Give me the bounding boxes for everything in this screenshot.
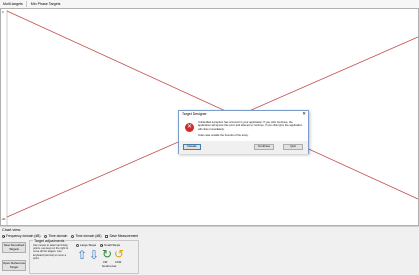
- target-curve-a: [6, 10, 419, 200]
- radio-time-domain-db-label: Time domain (dB): [75, 234, 102, 238]
- radio-frequency-domain-dot[interactable]: [2, 234, 5, 238]
- move-up-arrow-icon[interactable]: ⇧: [77, 249, 87, 261]
- dialog-message: Unhandled exception has occurred in your…: [198, 121, 303, 131]
- quit-button[interactable]: Quit: [283, 144, 303, 150]
- radio-time-domain-db[interactable]: Time domain (dB): [71, 234, 101, 238]
- open-reference-target-button[interactable]: Open Reference Target: [2, 260, 26, 271]
- y-tick-bottom: -40: [1, 217, 6, 221]
- new-smoothed-targets-button[interactable]: New Smoothed Targets: [2, 242, 26, 253]
- rotate-ccw-icon[interactable]: ↺: [114, 248, 124, 260]
- large-steps-radio[interactable]: [76, 243, 79, 247]
- menu-bar: Multi-targets Min Phase Targets: [0, 0, 419, 8]
- control-panel: Chart view: Frequency domain (dB) Time d…: [0, 226, 419, 275]
- target-adjustments-title: Target adjustments: [33, 238, 66, 243]
- dialog-detail: Index was outside the bounds of the arra…: [198, 134, 249, 137]
- radio-time-domain-label: Time domain: [48, 234, 68, 238]
- menu-separator: [25, 1, 27, 7]
- save-measurement-checkbox[interactable]: Save Measurement: [105, 234, 138, 238]
- dialog-title: Target Designer: [182, 112, 207, 116]
- save-measurement-label: Save Measurement: [109, 234, 139, 238]
- radio-time-domain[interactable]: Time domain: [44, 234, 67, 238]
- error-dialog: Target Designer ✕ ✕ Unhandled exception …: [178, 110, 309, 154]
- continue-button[interactable]: Continue: [254, 144, 274, 150]
- menu-min-phase-targets[interactable]: Min Phase Targets: [28, 2, 63, 6]
- large-steps-option[interactable]: Large Steps: [76, 243, 96, 247]
- move-down-arrow-icon[interactable]: ⇩: [89, 249, 99, 261]
- rotate-cw-icon[interactable]: ↻: [102, 248, 112, 260]
- y-tick-top: 0: [2, 10, 4, 14]
- error-icon: ✕: [185, 123, 194, 132]
- radio-time-domain-db-dot[interactable]: [71, 234, 75, 238]
- set-all-curves-label: Set all curves: [102, 265, 117, 268]
- chart-view-options: Frequency domain (dB) Time domain Time d…: [2, 234, 142, 238]
- rotate-ccw-label: CCW: [115, 261, 122, 264]
- details-button[interactable]: Details: [183, 144, 201, 150]
- large-steps-label: Large Steps: [80, 243, 97, 247]
- target-adjustments-description: Use mouse to select and drag points, use…: [33, 244, 69, 260]
- dialog-body: ✕ Unhandled exception has occurred in yo…: [179, 117, 308, 141]
- radio-frequency-domain-label: Frequency domain (dB): [6, 234, 41, 238]
- radio-time-domain-dot[interactable]: [44, 234, 48, 238]
- save-measurement-box[interactable]: [105, 234, 109, 238]
- radio-frequency-domain[interactable]: Frequency domain (dB): [2, 234, 40, 238]
- chart-view-title: Chart view:: [2, 228, 21, 232]
- menu-multi-targets[interactable]: Multi-targets: [0, 2, 25, 6]
- rotate-cw-label: CW: [103, 261, 108, 264]
- dialog-footer: Details Continue Quit: [179, 141, 308, 154]
